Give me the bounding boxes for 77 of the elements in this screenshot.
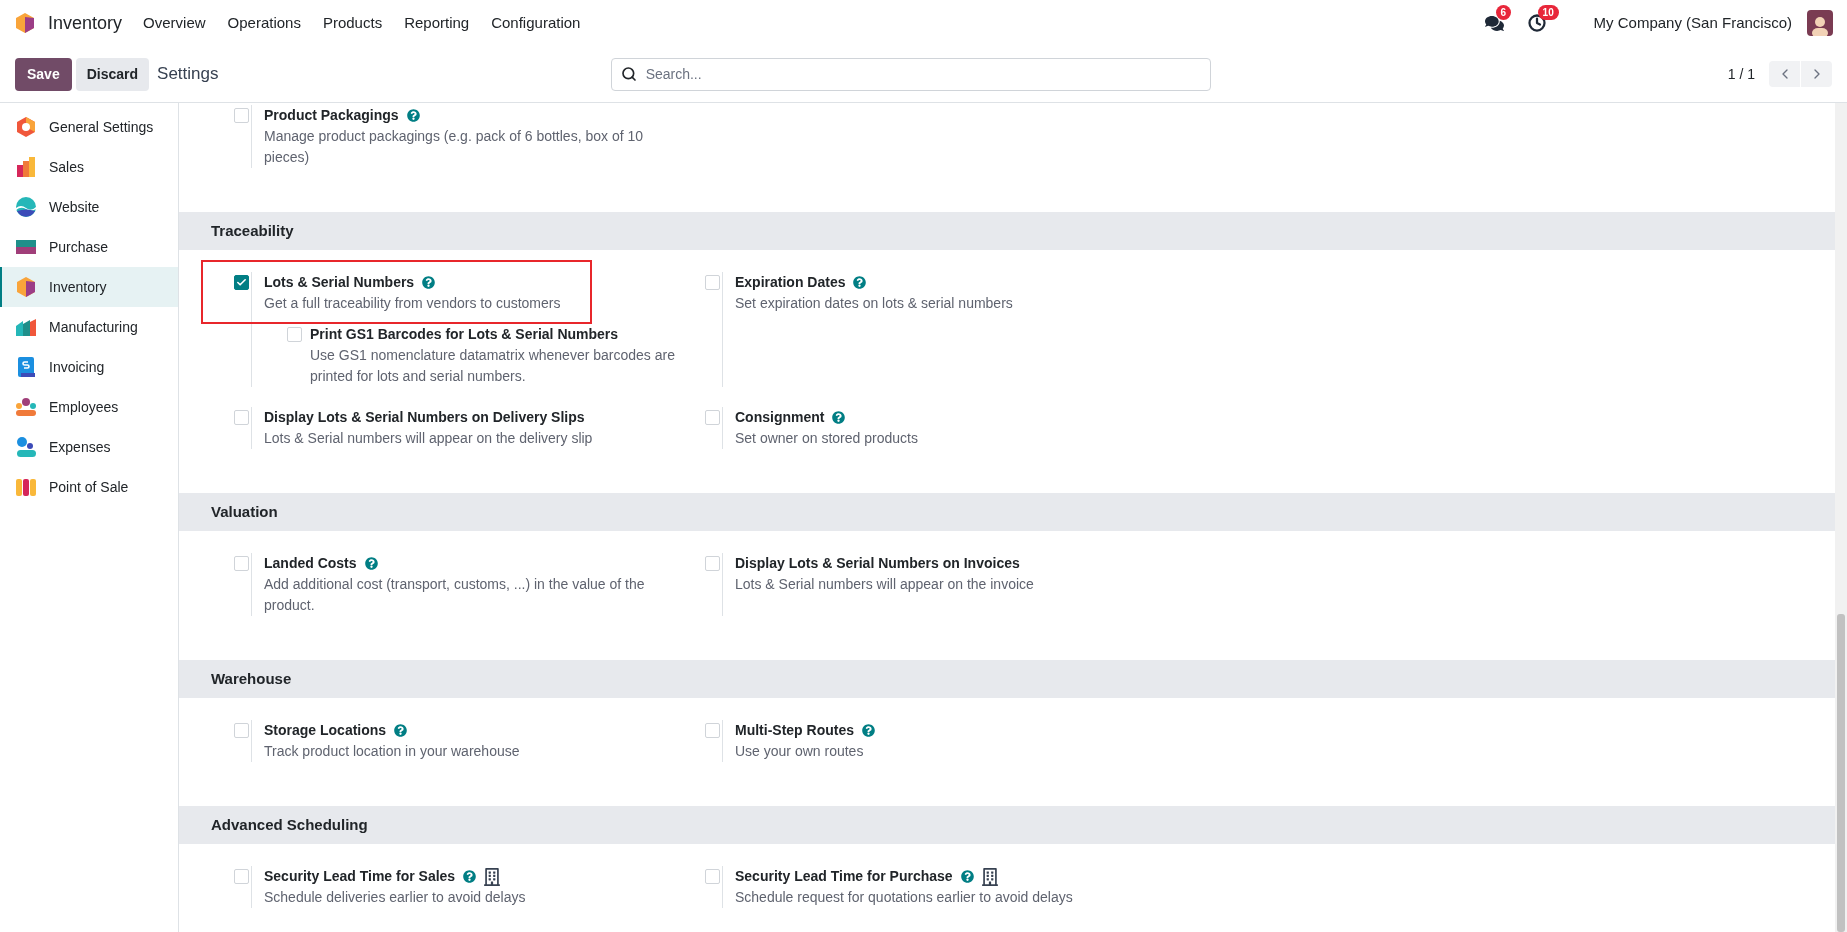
factory-icon	[15, 316, 37, 338]
setting-description: Lots & Serial numbers will appear on the invoice	[735, 575, 1034, 594]
breadcrumb: Settings	[157, 63, 219, 86]
people-icon	[15, 396, 37, 418]
menu-item[interactable]: Overview	[132, 11, 217, 35]
search-field[interactable]: Search...	[610, 57, 1211, 91]
setting-description: Use GS1 nomenclature datamatrix whenever barcodes are printed for lots and serial numbers.	[310, 346, 676, 386]
setting-title: Expiration Dates	[735, 273, 846, 292]
help-icon[interactable]	[853, 276, 867, 289]
help-icon[interactable]	[422, 276, 436, 289]
sidebar-item[interactable]: Point of Sale	[0, 467, 178, 507]
sidebar-item[interactable]: General Settings	[0, 107, 178, 147]
setting-description: Add additional cost (transport, customs, ...) in the value of the product.	[264, 575, 646, 615]
help-icon[interactable]	[862, 724, 875, 737]
pager-value: 1 / 1	[1727, 64, 1755, 84]
bar-chart-icon	[15, 156, 37, 178]
discard-button[interactable]: Discard	[75, 57, 150, 91]
setting-description: Set owner on stored products	[735, 429, 918, 448]
setting-title: Consignment	[735, 408, 825, 427]
setting-description: Use your own routes	[735, 742, 865, 761]
cube-icon[interactable]	[14, 12, 36, 34]
help-icon[interactable]	[960, 870, 974, 883]
menu-item[interactable]: Products	[311, 11, 394, 35]
setting-title: Display Lots & Serial Numbers on Delivery Slips	[264, 408, 585, 427]
setting-description: Get a full traceability from vendors to customers	[264, 294, 562, 313]
save-button[interactable]: Save	[15, 57, 72, 91]
setting-description: Manage product packagings (e.g. pack of 6 bottles, box of 10 pieces)	[264, 127, 645, 167]
section-header: Warehouse	[211, 668, 292, 689]
setting-description: Track product location in your warehouse	[264, 742, 520, 761]
sidebar-item[interactable]: Invoicing	[0, 347, 178, 387]
checkbox[interactable]	[234, 275, 249, 290]
setting-title: Product Packagings	[264, 106, 399, 125]
scrollbar[interactable]	[1835, 103, 1847, 932]
sidebar-item[interactable]: Purchase	[0, 227, 178, 267]
setting-title: Multi-Step Routes	[735, 721, 854, 740]
section-header: Advanced Scheduling	[211, 814, 368, 835]
setting-title: Security Lead Time for Purchase	[735, 867, 953, 886]
menu-item[interactable]: Configuration	[480, 11, 592, 35]
invoice-icon	[15, 356, 37, 378]
search-icon	[620, 65, 637, 82]
sidebar-item[interactable]: Website	[0, 187, 178, 227]
setting-title: Print GS1 Barcodes for Lots & Serial Numbers	[310, 325, 619, 344]
setting-title: Display Lots & Serial Numbers on Invoices	[735, 554, 1020, 573]
globe-icon	[15, 196, 37, 218]
help-icon[interactable]	[406, 109, 420, 122]
notification-badge: 6	[1495, 4, 1512, 20]
sidebar-item[interactable]: Employees	[0, 387, 178, 427]
menu-item[interactable]: Reporting	[393, 11, 481, 35]
sidebar-item[interactable]: Inventory	[0, 267, 178, 307]
setting-title: Landed Costs	[264, 554, 357, 573]
user-coin-icon	[15, 436, 37, 458]
app-name[interactable]: Inventory	[48, 9, 123, 37]
awning-icon	[15, 476, 37, 498]
setting-description: Set expiration dates on lots & serial numbers	[735, 294, 1013, 313]
sidebar-item[interactable]: Manufacturing	[0, 307, 178, 347]
setting-description: Lots & Serial numbers will appear on the delivery slip	[264, 429, 593, 448]
sidebar-item[interactable]: Expenses	[0, 427, 178, 467]
hexagon-icon	[15, 116, 37, 138]
clock-icon[interactable]	[1527, 14, 1546, 32]
setting-title: Security Lead Time for Sales	[264, 867, 456, 886]
cube-icon	[15, 276, 37, 298]
company-name[interactable]: My Company (San Francisco)	[1593, 11, 1792, 35]
help-icon[interactable]	[463, 870, 477, 883]
help-icon[interactable]	[364, 557, 378, 570]
help-icon[interactable]	[394, 724, 408, 737]
section-header: Valuation	[211, 501, 278, 522]
setting-title: Storage Locations	[264, 721, 387, 740]
setting-title: Lots & Serial Numbers	[264, 273, 415, 292]
section-header: Traceability	[211, 220, 294, 241]
help-icon[interactable]	[832, 411, 846, 424]
setting-description: Schedule request for quotations earlier to avoid delays	[735, 888, 1073, 907]
menu-item[interactable]: Operations	[216, 11, 312, 35]
check-icon	[236, 277, 247, 288]
user-avatar[interactable]	[1807, 10, 1833, 36]
setting-description: Schedule deliveries earlier to avoid delays	[264, 888, 526, 907]
notification-badge: 10	[1537, 5, 1559, 20]
sidebar-item[interactable]: Sales	[0, 147, 178, 187]
